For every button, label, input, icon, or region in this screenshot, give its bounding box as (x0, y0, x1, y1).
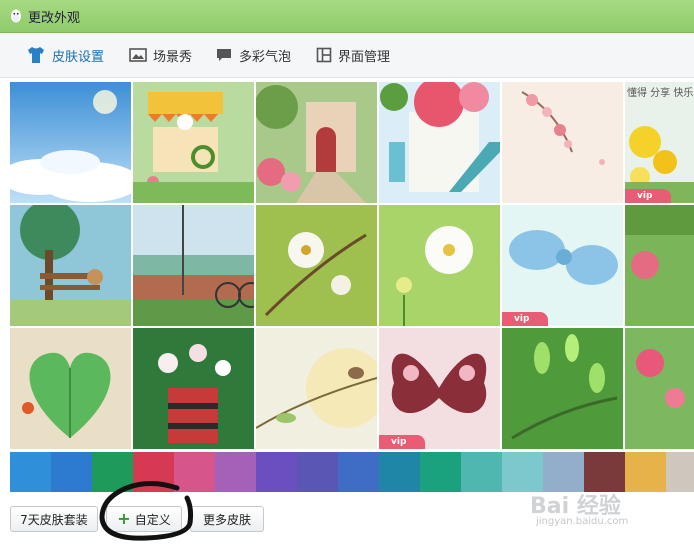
color-swatch[interactable] (666, 452, 694, 492)
tab-label: 皮肤设置 (52, 49, 105, 65)
color-swatch[interactable] (297, 452, 338, 492)
skin-cup-flowers[interactable] (133, 328, 254, 449)
skin-garden-path[interactable] (256, 82, 377, 203)
baidu-jingyan-watermark: Bai 经验 jingyan.baidu.com (530, 488, 680, 528)
tab-color-bubbles[interactable]: 多彩气泡 (215, 45, 291, 65)
vip-badge: vip (625, 189, 671, 203)
color-swatch[interactable] (379, 452, 420, 492)
color-swatch[interactable] (256, 452, 297, 492)
color-swatch-row (10, 452, 694, 492)
skin-bird-branch[interactable] (256, 328, 377, 449)
plus-icon: + (117, 509, 131, 528)
skin-text: 懂得 分享 快乐 (627, 88, 694, 99)
custom-skin-button[interactable]: + 自定义 (106, 506, 182, 532)
color-swatch[interactable] (502, 452, 543, 492)
skin-green-sprouts[interactable] (502, 328, 623, 449)
skin-green-garden[interactable] (625, 205, 694, 326)
skin-park-bench[interactable] (10, 205, 131, 326)
color-swatch[interactable] (338, 452, 379, 492)
color-swatch[interactable] (584, 452, 625, 492)
skin-pink-blossom[interactable] (502, 82, 623, 203)
title-bar[interactable]: 更改外观 (0, 0, 694, 33)
color-swatch[interactable] (461, 452, 502, 492)
tab-skin-settings[interactable]: 皮肤设置 (26, 45, 104, 65)
color-swatch[interactable] (420, 452, 461, 492)
skin-happy-yellow-flowers[interactable]: 懂得 分享 快乐 vip (625, 82, 694, 203)
speech-bubble-icon (217, 49, 231, 61)
button-label: 7天皮肤套装 (20, 512, 88, 527)
tab-ui-management[interactable]: 界面管理 (316, 45, 390, 65)
skin-gingham-bow[interactable]: vip (502, 205, 623, 326)
color-swatch[interactable] (543, 452, 584, 492)
skin-bicycle[interactable] (133, 205, 254, 326)
window-title: 更改外观 (28, 11, 81, 26)
skin-white-flower[interactable] (379, 205, 500, 326)
skin-butterfly[interactable]: vip (379, 328, 500, 449)
more-skins-button[interactable]: 更多皮肤 (190, 506, 264, 532)
skin-flower-cart[interactable] (133, 82, 254, 203)
color-swatch[interactable] (51, 452, 92, 492)
color-swatch[interactable] (625, 452, 666, 492)
tshirt-icon (28, 47, 44, 63)
skin-white-stairs[interactable] (379, 82, 500, 203)
skin-plum-blossom[interactable] (256, 205, 377, 326)
tab-label: 场景秀 (153, 49, 193, 65)
color-swatch[interactable] (133, 452, 174, 492)
button-label: 自定义 (134, 512, 171, 527)
skin-sky-clouds[interactable] (10, 82, 131, 203)
color-swatch[interactable] (215, 452, 256, 492)
picture-icon (129, 48, 147, 62)
button-label: 更多皮肤 (202, 512, 251, 527)
tab-bar: 皮肤设置 场景秀 多彩气泡 界面管理 (0, 33, 694, 78)
seven-day-skin-set-button[interactable]: 7天皮肤套装 (10, 506, 98, 532)
skin-pink-flowers[interactable] (625, 328, 694, 449)
watermark-url: jingyan.baidu.com (536, 516, 629, 527)
color-swatch[interactable] (10, 452, 51, 492)
skin-heart-leaf[interactable] (10, 328, 131, 449)
tab-scene-show[interactable]: 场景秀 (129, 45, 192, 65)
vip-badge: vip (502, 312, 548, 326)
color-swatch[interactable] (92, 452, 133, 492)
layout-icon (316, 47, 332, 63)
vip-badge: vip (379, 435, 425, 449)
qq-penguin-icon (11, 9, 21, 23)
tab-label: 界面管理 (338, 49, 391, 65)
tab-label: 多彩气泡 (239, 49, 292, 65)
skin-grid: 懂得 分享 快乐 vip vip vip (10, 82, 694, 452)
color-swatch[interactable] (174, 452, 215, 492)
